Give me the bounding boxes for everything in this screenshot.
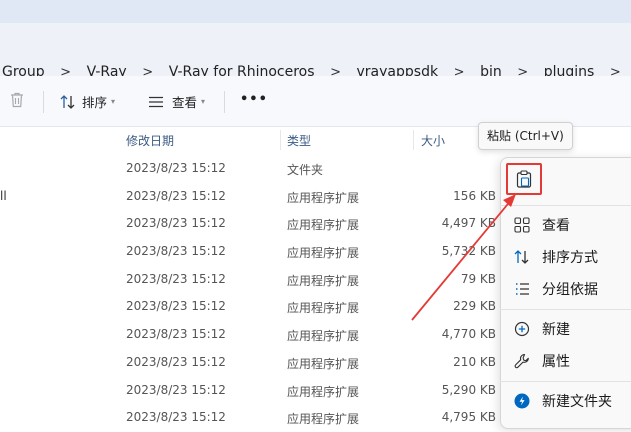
annotation-arrow bbox=[411, 194, 516, 321]
